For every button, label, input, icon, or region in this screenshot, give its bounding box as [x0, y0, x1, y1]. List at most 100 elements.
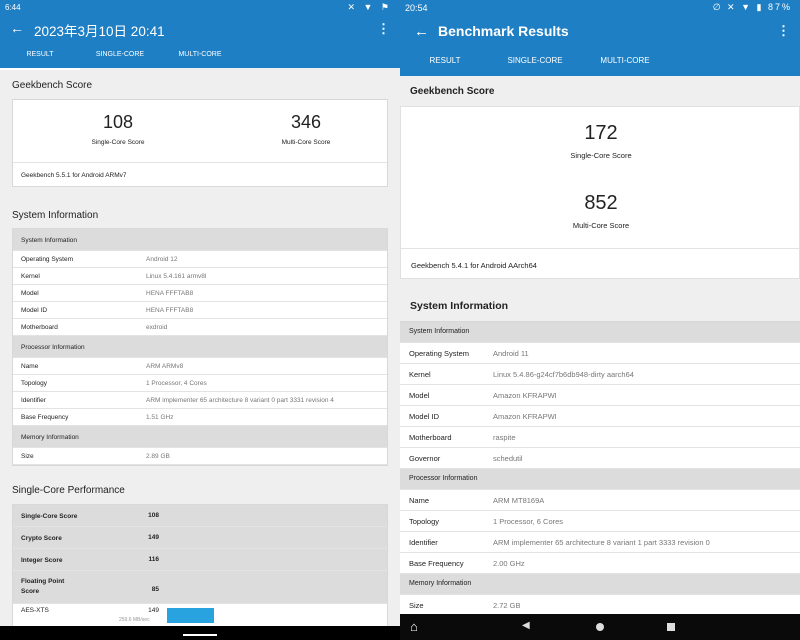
perf-score: 108 [148, 512, 159, 519]
row-key: Operating System [409, 349, 470, 358]
single-core-score: 108 Single-Core Score [63, 112, 173, 146]
row-value: raspite [493, 433, 516, 442]
single-core-score-value: 172 [584, 122, 618, 144]
system-info-table: System Information Operating System Androi… [400, 321, 800, 617]
version-label: Geekbench 5.4.1 for Android AArch64 [401, 248, 799, 280]
row-key: Base Frequency [21, 414, 69, 421]
row-value: Linux 5.4.86-g24cf7b6db948-dirty aarch64 [493, 370, 634, 379]
row-value: ARM implementer 65 architecture 8 varian… [493, 538, 710, 547]
perf-label: Integer Score [21, 557, 63, 564]
multi-core-score-label: Multi-Core Score [572, 221, 630, 230]
row-value: ARM implementer 65 architecture 8 varian… [146, 397, 334, 404]
row-key: Identifier [409, 538, 438, 547]
row-value: 1 Processor, 6 Cores [493, 517, 564, 526]
tab-single-core[interactable]: SINGLE-CORE [490, 48, 580, 76]
table-row: Topology 1 Processor, 4 Cores [13, 375, 387, 392]
table-row: Base Frequency 2.00 GHz [400, 553, 800, 574]
version-label: Geekbench 5.5.1 for Android ARMv7 [13, 162, 387, 188]
overflow-menu-icon[interactable]: ⋮ [777, 23, 790, 39]
home-circle-icon[interactable] [596, 623, 604, 631]
tab-result[interactable]: RESULT [400, 48, 490, 78]
row-key: Motherboard [21, 324, 58, 331]
table-row: Identifier ARM implementer 65 architectur… [400, 532, 800, 553]
perf-score: 116 [148, 556, 160, 563]
table-row: Model ID HENA FFFTAB8 [13, 302, 387, 319]
perf-row[interactable]: Integer Score 116 [13, 549, 387, 571]
back-arrow-icon[interactable]: ← [414, 23, 429, 40]
status-bar: 6:44 ✕ ▼ ⚑ [0, 0, 400, 14]
recents-square-icon[interactable] [667, 623, 675, 631]
table-row: Governor schedutil [400, 448, 800, 469]
nav-bar: ⌂ ◀ [400, 614, 800, 640]
table-row: Model Amazon KFRAPWI [400, 385, 800, 406]
row-value: HENA FFFTAB8 [146, 290, 194, 297]
score-card: 172 Single-Core Score 852 Multi-Core Sco… [400, 106, 800, 279]
row-value: 2.89 GB [146, 453, 170, 460]
row-value: 2.00 GHz [493, 559, 525, 568]
system-info-title: System Information [12, 210, 99, 221]
row-value: ARM ARMv8 [146, 363, 184, 370]
status-glyphs: ∅ ✕ ▼ ▮ [712, 2, 764, 12]
system-info-title: System Information [410, 300, 509, 312]
app-title: Benchmark Results [438, 23, 569, 39]
table-section-header: Processor Information [13, 336, 387, 358]
home-icon[interactable]: ⌂ [410, 619, 426, 635]
row-value: Android 11 [493, 349, 529, 358]
row-key: Name [409, 496, 430, 505]
perf-score: 149 [148, 534, 159, 541]
status-time: 6:44 [5, 3, 21, 12]
single-core-score-label: Single-Core Score [570, 151, 632, 160]
overflow-menu-icon[interactable]: ⋮ [377, 21, 390, 37]
row-key: Kernel [409, 370, 431, 379]
app-title: 2023年3月10日 20:41 [34, 24, 165, 39]
home-gesture-bar[interactable] [183, 634, 217, 636]
row-key: Model [409, 391, 430, 400]
row-value: Android 12 [146, 256, 178, 263]
row-key: Size [21, 453, 34, 460]
row-key: Kernel [21, 273, 40, 280]
tab-result[interactable]: RESULT [0, 44, 80, 70]
score-section-title: Geekbench Score [410, 86, 495, 97]
row-key: Name [21, 363, 39, 370]
tab-single-core[interactable]: SINGLE-CORE [80, 44, 160, 68]
score-card: 108 Single-Core Score 346 Multi-Core Sco… [12, 99, 388, 187]
row-key: Identifier [21, 397, 46, 404]
row-key: Topology [21, 380, 48, 387]
row-value: schedutil [493, 454, 523, 463]
status-time: 20:54 [405, 3, 428, 13]
status-icons: ∅ ✕ ▼ ▮ 87% [713, 2, 792, 13]
table-row: Model ID Amazon KFRAPWI [400, 406, 800, 427]
table-row: Name ARM ARMv8 [13, 358, 387, 375]
row-key: Processor Information [409, 475, 478, 482]
row-key: Model [21, 290, 39, 297]
table-row: Name ARM MT8169A [400, 490, 800, 511]
perf-row[interactable]: Crypto Score 149 [13, 527, 387, 549]
single-core-score: 172 Single-Core Score [546, 122, 656, 160]
table-row: Motherboard exdroid [13, 319, 387, 336]
perf-row-aes-xts[interactable]: AES-XTS 149 259.6 MB/sec [13, 604, 387, 628]
perf-label: Crypto Score [21, 535, 62, 542]
multi-core-score-label: Multi-Core Score [281, 139, 331, 146]
tab-multi-core[interactable]: MULTI-CORE [160, 44, 240, 68]
row-key: Motherboard [409, 433, 452, 442]
perf-bar [167, 608, 214, 623]
table-section-header: System Information [13, 229, 387, 251]
row-key: Size [409, 601, 424, 610]
system-info-table: System Information Operating System Androi… [12, 228, 388, 466]
row-value: Linux 5.4.161 armv8l [146, 273, 207, 280]
perf-row[interactable]: Floating Point Score 85 [13, 571, 387, 604]
perf-row[interactable]: Single-Core Score 108 [13, 505, 387, 527]
tab-multi-core[interactable]: MULTI-CORE [580, 48, 670, 76]
row-value: Amazon KFRAPWI [493, 412, 557, 421]
row-key: Memory Information [409, 580, 472, 587]
row-key: Topology [409, 517, 440, 526]
perf-label: AES-XTS [21, 607, 49, 614]
back-triangle-icon[interactable]: ◀ [522, 620, 530, 631]
perf-throughput: 259.6 MB/sec [119, 617, 150, 623]
left-screenshot: 6:44 ✕ ▼ ⚑ ← 2023年3月10日 20:41 ⋮ RESULT S… [0, 0, 400, 640]
row-key: Memory Information [21, 434, 79, 441]
back-arrow-icon[interactable]: ← [10, 20, 24, 36]
table-row: Operating System Android 11 [400, 343, 800, 364]
row-value: exdroid [146, 324, 168, 331]
app-bar: ← 2023年3月10日 20:41 ⋮ [0, 14, 400, 44]
